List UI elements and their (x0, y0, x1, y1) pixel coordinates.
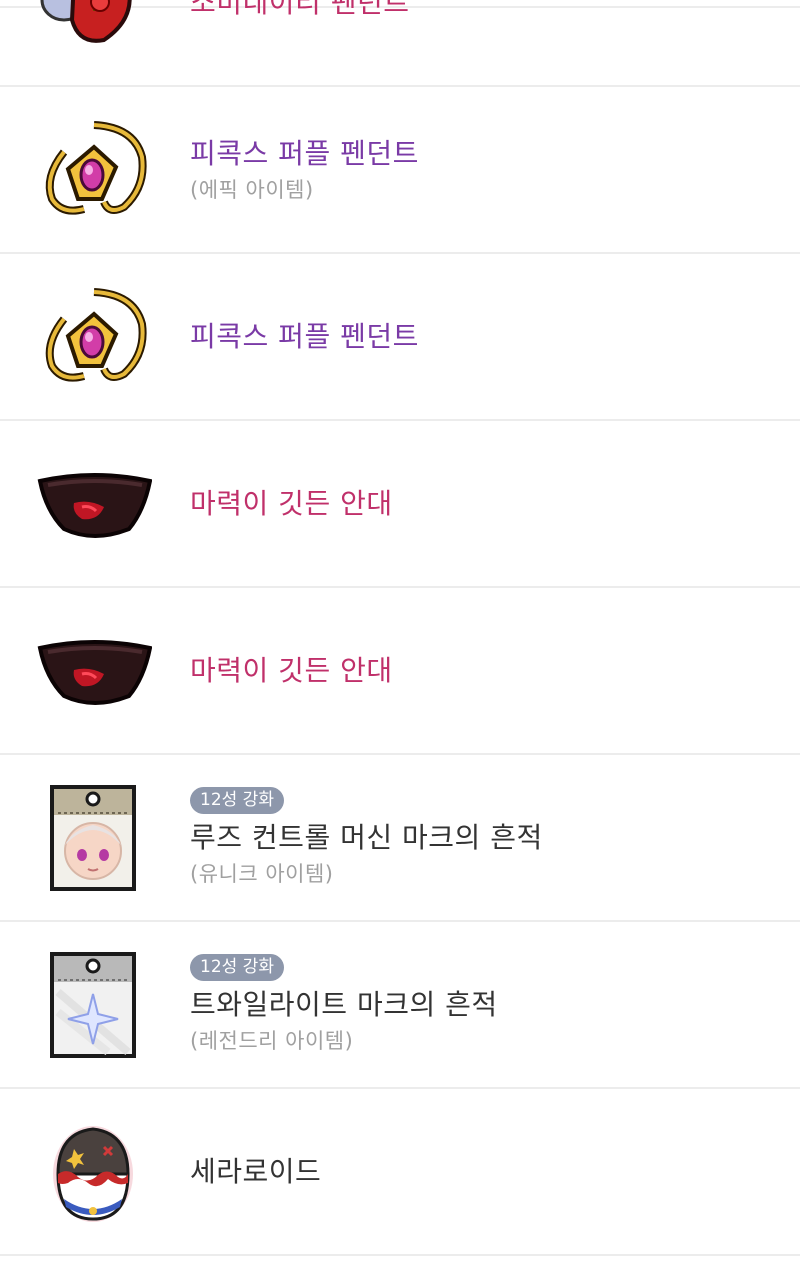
list-item[interactable]: 피콕스 퍼플 펜던트 (0, 254, 800, 421)
list-item[interactable]: 12성 강화 트와일라이트 마크의 흔적 (레전드리 아이템) (0, 922, 800, 1089)
item-grade: (레전드리 아이템) (190, 1029, 354, 1053)
eyepatch-icon (34, 451, 152, 557)
red-pendant-icon (34, 0, 152, 56)
item-grade: (유니크 아이템) (190, 862, 334, 886)
item-name: 루즈 컨트롤 머신 마크의 흔적 (190, 821, 543, 854)
item-name: 세라로이드 (190, 1154, 322, 1188)
list-item[interactable]: 12성 강화 루즈 컨트롤 머신 마크의 흔적 (유니크 아이템) (0, 755, 800, 922)
item-list: 소미네이티 펜던트 피콕스 퍼플 펜던트 (에픽 아이템) 피콕스 퍼플 펜던트… (0, 0, 800, 1256)
list-item[interactable]: 소미네이티 펜던트 (0, 0, 800, 87)
item-name: 소미네이티 펜던트 (190, 0, 410, 19)
list-item[interactable]: 마력이 깃든 안대 (0, 588, 800, 755)
enhancement-badge: 12성 강화 (190, 954, 284, 981)
enhancement-badge: 12성 강화 (190, 787, 284, 814)
purple-pendant-icon (34, 117, 152, 223)
item-name: 마력이 깃든 안대 (190, 486, 393, 520)
item-name: 트와일라이트 마크의 흔적 (190, 988, 498, 1021)
item-name: 피콕스 퍼플 펜던트 (190, 319, 419, 353)
list-item[interactable]: 세라로이드 (0, 1089, 800, 1256)
face-card-icon (34, 785, 152, 891)
purple-pendant-icon (34, 284, 152, 390)
list-item[interactable]: 피콕스 퍼플 펜던트 (에픽 아이템) (0, 87, 800, 254)
item-grade: (에픽 아이템) (190, 177, 314, 202)
list-item[interactable]: 마력이 깃든 안대 (0, 421, 800, 588)
seraroid-icon (34, 1119, 152, 1225)
eyepatch-icon (34, 618, 152, 724)
item-name: 피콕스 퍼플 펜던트 (190, 136, 419, 170)
sparkle-card-icon (34, 952, 152, 1058)
item-name: 마력이 깃든 안대 (190, 653, 393, 687)
